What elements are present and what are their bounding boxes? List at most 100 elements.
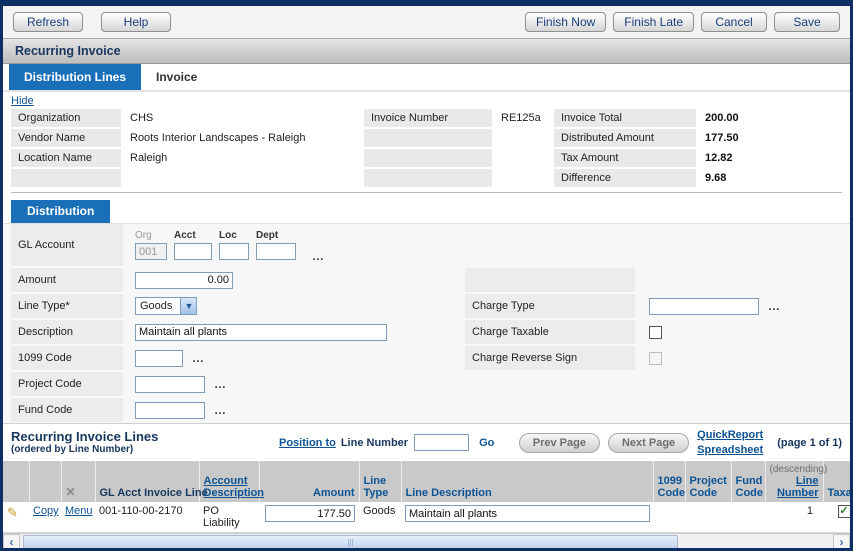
line-type-header: Line Type (359, 461, 401, 502)
fund-code-lookup-ellipsis-icon[interactable]: … (214, 403, 227, 417)
position-line-number-label: Line Number (341, 437, 408, 449)
project-code-header: Project Code (685, 461, 731, 502)
dept-label: Dept (256, 230, 296, 241)
summary-right-group: Invoice Total 200.00 Distributed Amount … (554, 109, 826, 189)
amount-cell (259, 502, 359, 533)
amount-input[interactable] (135, 272, 233, 289)
invoice-lines-table: ✕ GL Acct Invoice Line Account Descripti… (3, 461, 853, 533)
code-1099-lookup-ellipsis-icon[interactable]: … (192, 351, 205, 365)
summary-row-distributed-amount: Distributed Amount 177.50 (554, 129, 826, 147)
summary-row-empty (364, 149, 554, 167)
code-1099-header: 1099 Code (653, 461, 685, 502)
invoice-total-value: 200.00 (696, 112, 826, 124)
tab-distribution-lines[interactable]: Distribution Lines (9, 64, 141, 90)
project-code-lookup-ellipsis-icon[interactable]: … (214, 377, 227, 391)
project-code-input[interactable] (135, 376, 205, 393)
dept-input[interactable] (256, 243, 296, 260)
fund-code-input[interactable] (135, 402, 205, 419)
gl-account-row: GL Account Org Acct Loc Dept (11, 224, 850, 266)
charge-type-label: Charge Type (465, 294, 635, 318)
line-type-cell: Goods (359, 502, 401, 533)
loc-label: Loc (219, 230, 249, 241)
refresh-button[interactable]: Refresh (13, 12, 83, 32)
amount-label: Amount (11, 268, 123, 292)
taxable-header: Taxable (823, 461, 853, 502)
scrollbar-track[interactable] (678, 534, 833, 550)
summary-row-invoice-number: Invoice Number RE125a (364, 109, 554, 127)
difference-value: 9.68 (696, 172, 826, 184)
quickreport-link[interactable]: QuickReport (697, 428, 763, 443)
recurring-invoice-lines-bar: Recurring Invoice Lines (ordered by Line… (3, 423, 850, 461)
go-button[interactable]: Go (479, 437, 494, 449)
project-code-row: Project Code … (11, 372, 850, 396)
row-line-description-input[interactable] (405, 505, 650, 522)
distributed-amount-label: Distributed Amount (554, 129, 696, 147)
invoice-summary-panel: Hide Organization CHS Vendor Name Roots … (3, 92, 850, 197)
gl-org-group: Org (135, 230, 167, 260)
position-to-link[interactable]: Position to (279, 437, 336, 449)
code-1099-cell (653, 502, 685, 533)
summary-middle-group: Invoice Number RE125a (364, 109, 554, 189)
summary-row-difference: Difference 9.68 (554, 169, 826, 187)
gl-account-label: GL Account (11, 224, 123, 266)
scroll-right-arrow-icon[interactable]: › (833, 534, 850, 550)
gl-account-lookup-ellipsis-icon[interactable]: … (312, 249, 325, 263)
finish-late-button[interactable]: Finish Late (613, 12, 694, 32)
tax-amount-label: Tax Amount (554, 149, 696, 167)
scrollbar-thumb[interactable]: ||| (23, 535, 678, 549)
charge-type-row: Charge Type … (465, 294, 781, 318)
description-input[interactable] (135, 324, 387, 341)
next-page-button[interactable]: Next Page (608, 433, 689, 453)
charge-reverse-sign-checkbox (649, 352, 662, 365)
table-row: ✎ Copy Menu 001-110-00-2170 PO Liability… (3, 502, 853, 533)
distribution-section-tab[interactable]: Distribution (11, 200, 110, 223)
code-1099-input[interactable] (135, 350, 183, 367)
edit-cell: ✎ (3, 502, 29, 533)
finish-now-button[interactable]: Finish Now (525, 12, 606, 32)
summary-left-group: Organization CHS Vendor Name Roots Inter… (11, 109, 364, 189)
code-1099-label: 1099 Code (11, 346, 123, 370)
spreadsheet-link[interactable]: Spreadsheet (697, 443, 763, 458)
taxable-cell: ✓ (823, 502, 853, 533)
account-description-header[interactable]: Account Description (199, 461, 259, 502)
charge-type-lookup-ellipsis-icon[interactable]: … (768, 299, 781, 313)
menu-cell: Menu (61, 502, 95, 533)
organization-value: CHS (121, 112, 364, 124)
empty-label (11, 169, 121, 187)
gl-acct-invoice-line-header: GL Acct Invoice Line (95, 461, 199, 502)
menu-link[interactable]: Menu (65, 505, 93, 517)
scroll-left-arrow-icon[interactable]: ‹ (3, 534, 20, 550)
line-number-header[interactable]: (descending) Line Number (765, 461, 823, 502)
recurring-invoice-window: Refresh Help Finish Now Finish Late Canc… (0, 0, 853, 551)
row-amount-input[interactable] (265, 505, 355, 522)
summary-row-empty (11, 169, 364, 187)
description-label: Description (11, 320, 123, 344)
cancel-button[interactable]: Cancel (701, 12, 767, 32)
position-to-group: Position to Line Number Go (279, 434, 494, 451)
tab-invoice[interactable]: Invoice (141, 64, 212, 90)
organization-label: Organization (11, 109, 121, 127)
row-taxable-checkbox[interactable]: ✓ (838, 505, 851, 518)
line-type-selected-value: Goods (136, 300, 180, 312)
location-name-value: Raleigh (121, 152, 364, 164)
loc-input[interactable] (219, 243, 249, 260)
summary-row-organization: Organization CHS (11, 109, 364, 127)
pencil-icon[interactable]: ✎ (7, 505, 18, 520)
invoice-total-label: Invoice Total (554, 109, 696, 127)
gl-acct-cell: 001-110-00-2170 (95, 502, 199, 533)
descending-note: (descending) (770, 464, 819, 475)
copy-cell: Copy (29, 502, 61, 533)
help-button[interactable]: Help (101, 12, 171, 32)
prev-page-button[interactable]: Prev Page (519, 433, 600, 453)
close-icon[interactable]: ✕ (66, 485, 76, 499)
acct-input[interactable] (174, 243, 212, 260)
copy-link[interactable]: Copy (33, 505, 59, 517)
hide-link[interactable]: Hide (11, 95, 34, 107)
position-line-number-input[interactable] (414, 434, 469, 451)
summary-row-vendor-name: Vendor Name Roots Interior Landscapes - … (11, 129, 364, 147)
lines-title: Recurring Invoice Lines (11, 430, 279, 445)
save-button[interactable]: Save (774, 12, 840, 32)
line-type-select[interactable]: Goods ▼ (135, 297, 197, 315)
charge-type-input[interactable] (649, 298, 759, 315)
charge-taxable-checkbox[interactable] (649, 326, 662, 339)
